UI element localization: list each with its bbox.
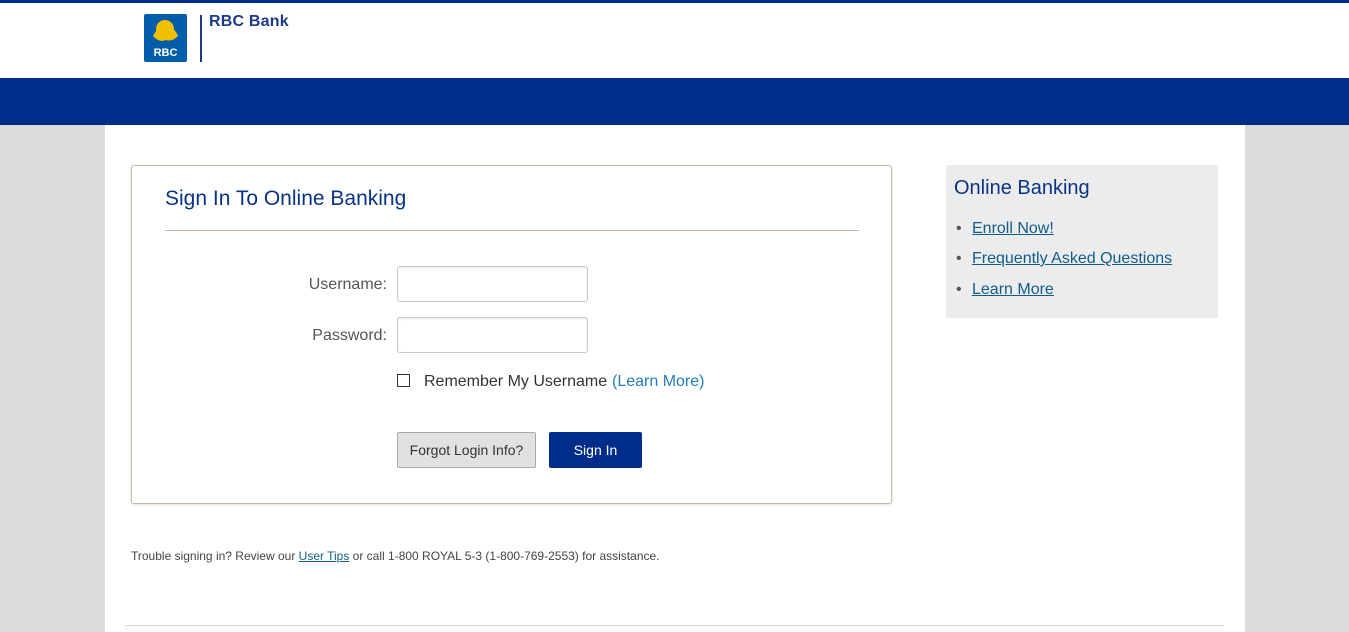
remember-learn-more-link[interactable]: (Learn More) xyxy=(612,373,704,391)
trouble-signing-in-text: Trouble signing in? Review our User Tips… xyxy=(131,549,660,563)
username-input[interactable] xyxy=(397,266,588,302)
bullet-icon: • xyxy=(956,220,962,237)
trouble-prefix: Trouble signing in? Review our xyxy=(131,549,299,563)
nav-band xyxy=(0,78,1349,125)
learn-more-link[interactable]: Learn More xyxy=(972,281,1054,299)
remember-username-checkbox[interactable] xyxy=(397,374,410,387)
enroll-now-link[interactable]: Enroll Now! xyxy=(972,220,1054,238)
forgot-login-button[interactable]: Forgot Login Info? xyxy=(397,432,536,468)
rbc-lion-shield-icon[interactable]: RBC xyxy=(144,14,187,62)
bullet-icon: • xyxy=(956,250,962,267)
shield-text: RBC xyxy=(154,47,178,59)
bullet-icon: • xyxy=(956,281,962,298)
password-label: Password: xyxy=(312,327,387,344)
online-banking-panel: Online Banking • Enroll Now! • Frequentl… xyxy=(946,165,1218,318)
login-panel: Sign In To Online Banking Username: Pass… xyxy=(131,165,892,504)
username-label: Username: xyxy=(308,276,387,293)
faq-link[interactable]: Frequently Asked Questions xyxy=(972,250,1172,268)
password-input[interactable] xyxy=(397,317,588,353)
trouble-suffix: or call 1-800 ROYAL 5-3 (1-800-769-2553)… xyxy=(349,549,660,563)
side-panel-title: Online Banking xyxy=(954,177,1090,199)
user-tips-link[interactable]: User Tips xyxy=(299,549,350,563)
login-title: Sign In To Online Banking xyxy=(165,187,407,210)
logo-divider xyxy=(200,15,202,62)
site-header: RBC RBC Bank xyxy=(0,3,1349,78)
title-divider xyxy=(165,230,859,231)
sign-in-button[interactable]: Sign In xyxy=(549,432,642,468)
remember-username-label[interactable]: Remember My Username xyxy=(424,373,607,391)
brand-name[interactable]: RBC Bank xyxy=(209,13,289,31)
footer-strip xyxy=(125,625,1224,632)
